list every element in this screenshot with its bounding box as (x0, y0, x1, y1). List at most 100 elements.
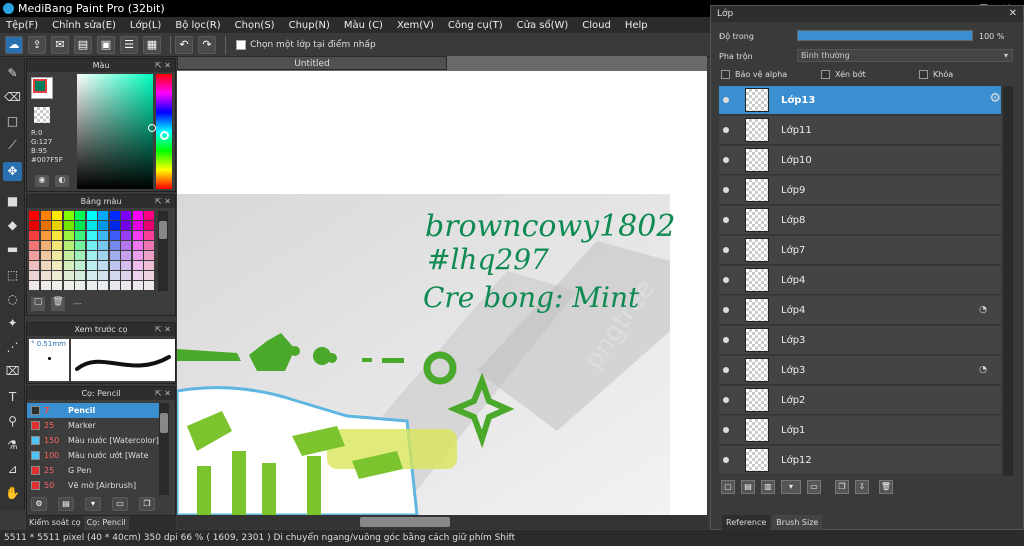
brush-row[interactable]: 150 Màu nước [Watercolor] (27, 433, 159, 448)
palette-swatch[interactable] (121, 261, 131, 270)
palette-swatch[interactable] (144, 241, 154, 250)
layer-row[interactable]: Lớp1 (719, 416, 1001, 445)
brush-icon[interactable]: ✎ (3, 64, 22, 83)
page-icon[interactable]: ▣ (97, 35, 115, 54)
undo-icon[interactable]: ↶ (175, 35, 193, 54)
menu-filter[interactable]: Bộ lọc(R) (175, 20, 220, 31)
palette-swatch[interactable] (132, 231, 143, 240)
eye-icon[interactable] (723, 217, 729, 223)
palette-swatch[interactable] (121, 271, 131, 280)
menu-view[interactable]: Xem(V) (397, 20, 434, 31)
detach-icon[interactable]: ⇱ ✕ (155, 387, 171, 400)
add-brush-icon[interactable]: ▤ (58, 497, 74, 511)
detach-icon[interactable]: ⇱ ✕ (155, 323, 171, 336)
palette-swatch[interactable] (40, 281, 51, 290)
layer-row[interactable]: Lớp12 (719, 446, 1001, 475)
palette-swatch[interactable] (98, 251, 108, 260)
eye-icon[interactable] (723, 457, 729, 463)
comment-icon[interactable]: ✉ (51, 35, 69, 54)
eye-icon[interactable] (723, 187, 729, 193)
palette-swatch[interactable] (86, 241, 97, 250)
palette-swatch[interactable] (52, 261, 62, 270)
menu-window[interactable]: Cửa sổ(W) (517, 20, 569, 31)
trash-icon[interactable]: 🗑 (879, 480, 893, 494)
palette-swatch[interactable] (63, 211, 74, 220)
eye-icon[interactable] (723, 337, 729, 343)
palette-swatch[interactable] (98, 261, 108, 270)
detach-icon[interactable]: ⇱ ✕ (155, 59, 171, 72)
palette-swatch[interactable] (86, 251, 97, 260)
clipping-checkbox[interactable] (821, 70, 830, 79)
palette-swatch[interactable] (52, 211, 62, 220)
palette-swatch[interactable] (86, 231, 97, 240)
new-color-icon[interactable]: ▢ (31, 297, 45, 311)
brush-scrollbar[interactable] (159, 403, 169, 495)
palette-swatch[interactable] (121, 281, 131, 290)
tab-brush-pencil[interactable]: Cọ: Pencil (83, 516, 129, 530)
brush-settings-icon[interactable]: ⚙ (31, 497, 47, 511)
eye-icon[interactable] (723, 307, 729, 313)
palette-swatch[interactable] (109, 221, 120, 230)
menu-layer[interactable]: Lớp(L) (130, 20, 161, 31)
layer-row[interactable]: Lớp3 (719, 326, 1001, 355)
layer-row[interactable]: Lớp7 (719, 236, 1001, 265)
palette-swatch[interactable] (109, 271, 120, 280)
palette-swatch[interactable] (121, 231, 131, 240)
folder-icon[interactable]: ▭ (112, 497, 128, 511)
menu-help[interactable]: Help (625, 20, 648, 31)
palette-swatch[interactable] (109, 211, 120, 220)
select-rect-icon[interactable]: ⬚ (3, 266, 22, 285)
palette-swatch[interactable] (75, 281, 85, 290)
eyedropper-icon[interactable]: ⊿ (3, 460, 22, 479)
layer-row[interactable]: Lớp8 (719, 206, 1001, 235)
picker-handle[interactable] (148, 124, 156, 132)
palette-swatch[interactable] (29, 241, 39, 250)
select-eraser-icon[interactable]: ⌧ (3, 362, 22, 381)
palette-swatch[interactable] (109, 251, 120, 260)
magic-wand-icon[interactable]: ✦ (3, 314, 22, 333)
brush-row[interactable]: 25 Marker (27, 418, 159, 433)
palette-swatch[interactable] (29, 271, 39, 280)
palette-swatch[interactable] (63, 281, 74, 290)
palette-icon[interactable]: ◉ (35, 175, 49, 187)
eye-icon[interactable] (723, 247, 729, 253)
palette-swatch[interactable] (40, 211, 51, 220)
brush-row[interactable]: 25 G Pen (27, 463, 159, 478)
menu-select[interactable]: Chọn(S) (235, 20, 275, 31)
layer-row[interactable]: Lớp11 (719, 116, 1001, 145)
merge-down-icon[interactable]: ⇩ (855, 480, 869, 494)
select-pen-icon[interactable]: ⋰ (3, 338, 22, 357)
palette-swatch[interactable] (144, 211, 154, 220)
palette-swatch[interactable] (121, 241, 131, 250)
eraser-icon[interactable]: ⌫ (3, 88, 22, 107)
palette-swatch[interactable] (75, 211, 85, 220)
palette-swatch[interactable] (75, 221, 85, 230)
palette-swatch[interactable] (121, 251, 131, 260)
layer-row[interactable]: Lớp4 ◔ (719, 296, 1001, 325)
palette-swatch[interactable] (132, 241, 143, 250)
layer-row[interactable]: Lớp2 (719, 386, 1001, 415)
palette-swatch[interactable] (98, 231, 108, 240)
palette-swatch[interactable] (86, 211, 97, 220)
palette-swatch[interactable] (98, 281, 108, 290)
palette-swatch[interactable] (40, 251, 51, 260)
gear-icon[interactable]: ⚙ (989, 91, 1001, 106)
text-icon[interactable]: T (3, 388, 22, 407)
palette-swatch[interactable] (29, 261, 39, 270)
menu-color[interactable]: Màu (C) (344, 20, 383, 31)
palette-swatch[interactable] (63, 251, 74, 260)
palette-swatch[interactable] (144, 261, 154, 270)
palette-swatch[interactable] (63, 261, 74, 270)
palette-swatch[interactable] (63, 221, 74, 230)
palette-swatch[interactable] (40, 271, 51, 280)
palette-swatch[interactable] (75, 241, 85, 250)
duplicate-layer-icon[interactable]: ❐ (835, 480, 849, 494)
palette-swatch[interactable] (75, 251, 85, 260)
palette-swatch[interactable] (86, 221, 97, 230)
palette-swatch[interactable] (86, 261, 97, 270)
palette-swatch[interactable] (121, 221, 131, 230)
palette-swatch[interactable] (144, 281, 154, 290)
tab-reference[interactable]: Reference (722, 515, 771, 530)
hue-handle[interactable] (160, 131, 169, 140)
palette-swatch[interactable] (75, 261, 85, 270)
